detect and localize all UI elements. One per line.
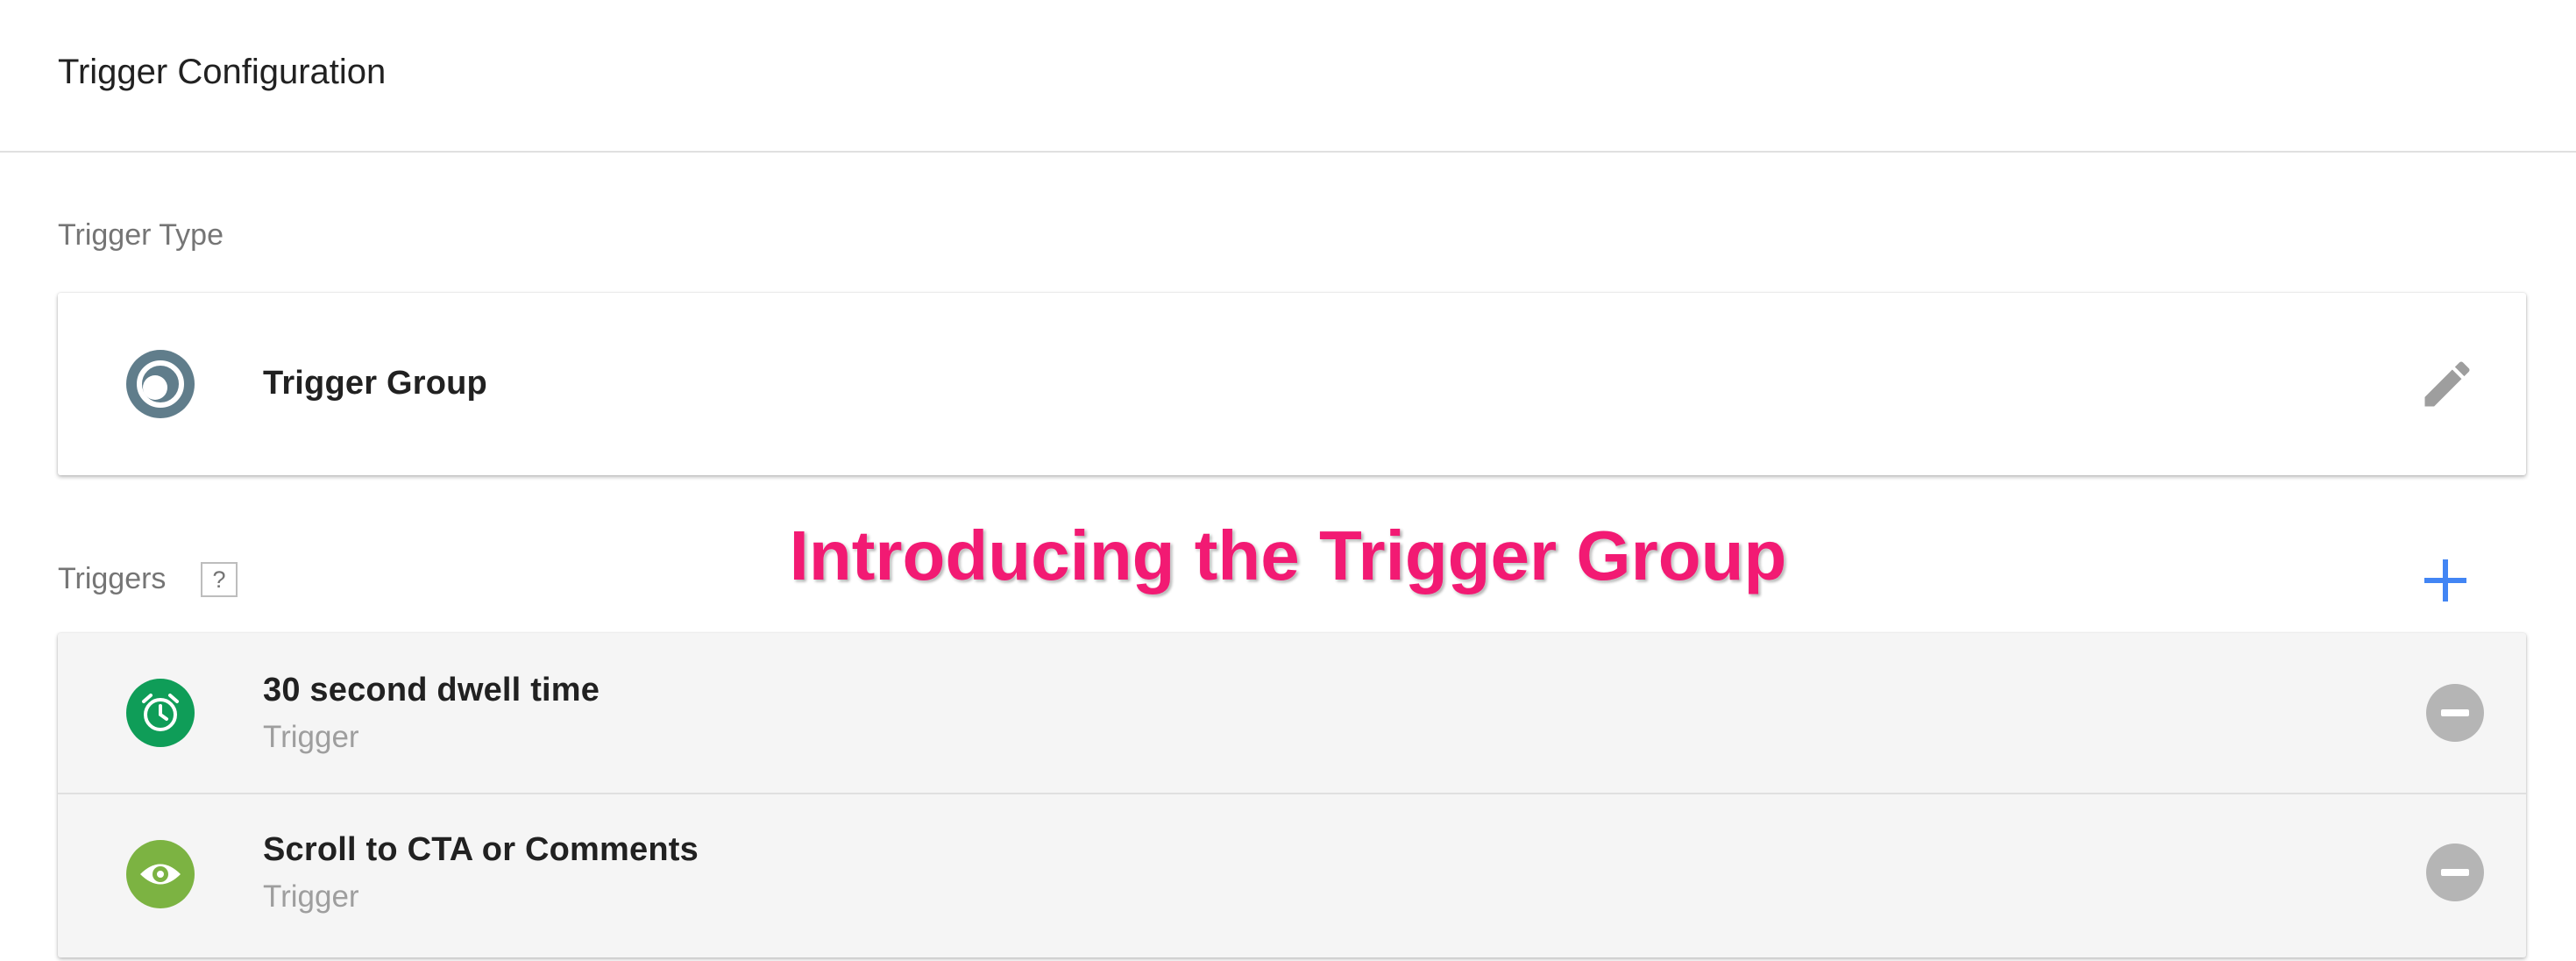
- overlay-headline: Introducing the Trigger Group: [789, 516, 1787, 594]
- remove-trigger-button[interactable]: [2426, 684, 2484, 742]
- trigger-type-name: Trigger Group: [263, 365, 487, 402]
- trigger-group-icon: [126, 350, 195, 418]
- trigger-subtitle: Trigger: [263, 720, 359, 754]
- minus-icon: [2441, 709, 2469, 716]
- minus-icon: [2441, 869, 2469, 876]
- list-item[interactable]: Scroll to CTA or Comments Trigger: [58, 794, 2526, 954]
- pencil-icon[interactable]: [2417, 354, 2477, 414]
- trigger-configuration-page: Trigger Configuration Trigger Type Trigg…: [0, 0, 2576, 961]
- trigger-type-card[interactable]: Trigger Group: [58, 293, 2526, 475]
- header: Trigger Configuration: [0, 0, 2576, 153]
- trigger-subtitle: Trigger: [263, 879, 359, 914]
- trigger-title: 30 second dwell time: [263, 672, 600, 708]
- triggers-list: 30 second dwell time Trigger Scroll to C…: [58, 633, 2526, 957]
- page-title: Trigger Configuration: [58, 53, 387, 91]
- eye-icon: [126, 840, 195, 908]
- alarm-clock-icon: [126, 679, 195, 747]
- list-item[interactable]: 30 second dwell time Trigger: [58, 633, 2526, 794]
- remove-trigger-button[interactable]: [2426, 844, 2484, 901]
- trigger-type-label: Trigger Type: [58, 218, 224, 252]
- trigger-title: Scroll to CTA or Comments: [263, 831, 699, 868]
